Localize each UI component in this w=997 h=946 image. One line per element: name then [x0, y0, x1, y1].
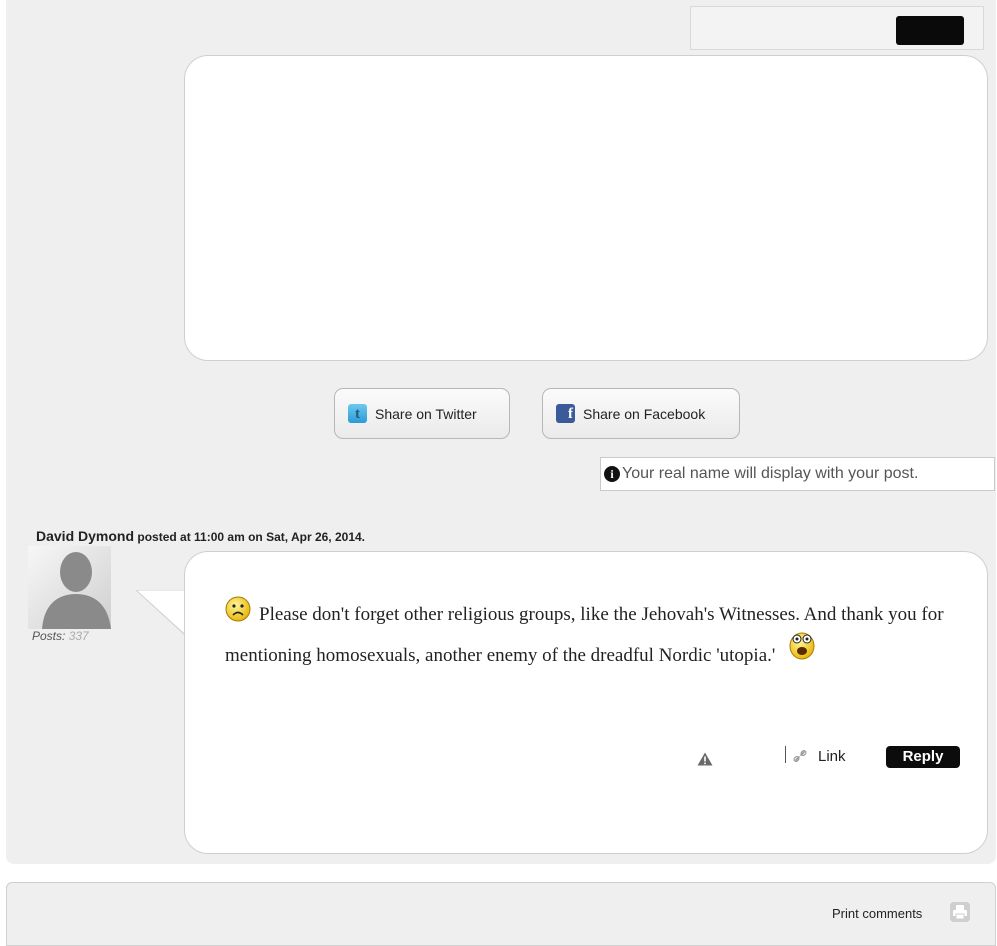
posts-number: 337: [68, 629, 89, 643]
share-twitter-button[interactable]: t Share on Twitter: [334, 388, 510, 439]
share-twitter-label: Share on Twitter: [375, 405, 477, 422]
avatar[interactable]: [28, 546, 111, 629]
posts-label: Posts:: [32, 629, 66, 643]
real-name-notice: i Your real name will display with your …: [600, 457, 995, 491]
default-user-icon: [28, 546, 111, 629]
real-name-notice-text: Your real name will display with your po…: [622, 465, 919, 482]
facebook-icon: f: [556, 404, 575, 423]
share-facebook-button[interactable]: f Share on Facebook: [542, 388, 740, 439]
action-separator: [785, 746, 786, 763]
comment-input-area[interactable]: [184, 55, 988, 361]
comment-header: David Dymond posted at 11:00 am on Sat, …: [36, 528, 365, 544]
warning-icon[interactable]: [697, 752, 713, 766]
comment-author[interactable]: David Dymond: [36, 528, 134, 544]
twitter-icon: t: [348, 404, 367, 423]
printer-icon[interactable]: [950, 902, 970, 922]
info-icon: i: [604, 466, 620, 482]
permalink-link[interactable]: Link: [818, 748, 846, 765]
shocked-smiley-icon: [789, 632, 815, 660]
print-comments-link[interactable]: Print comments: [832, 906, 922, 921]
posts-count: Posts: 337: [32, 629, 89, 643]
comment-text: Please don't forget other religious grou…: [225, 604, 944, 666]
speech-bubble-tail: [136, 590, 188, 636]
link-icon: [793, 750, 807, 762]
submit-button[interactable]: [896, 16, 964, 45]
worried-smiley-icon: [225, 596, 251, 622]
comment-meta: posted at 11:00 am on Sat, Apr 26, 2014.: [137, 530, 366, 544]
reply-button[interactable]: Reply: [886, 746, 960, 768]
comment-body: Please don't forget other religious grou…: [225, 596, 975, 670]
share-facebook-label: Share on Facebook: [583, 405, 706, 422]
